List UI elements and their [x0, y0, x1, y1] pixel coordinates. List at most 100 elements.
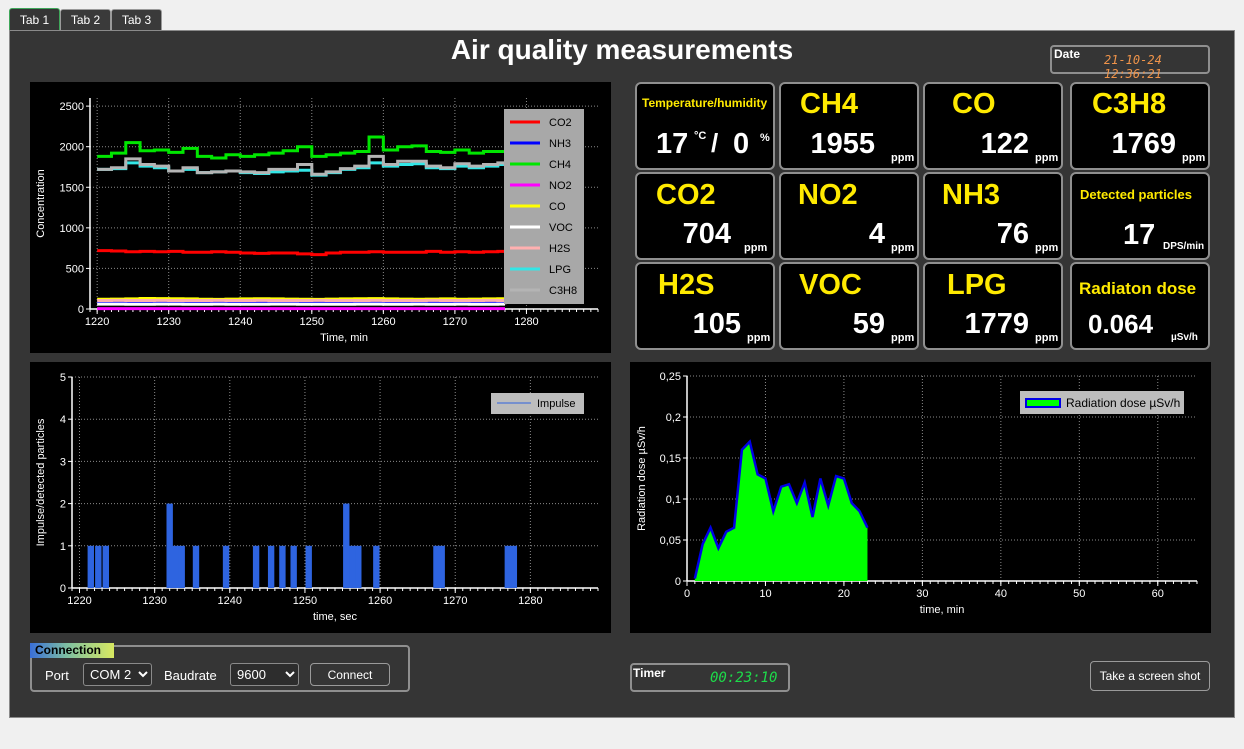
- impulse-bar: [343, 503, 350, 588]
- humidity-value: 0: [733, 128, 750, 160]
- legend-swatch: [1025, 398, 1061, 408]
- y-tick-label: 3: [60, 456, 66, 468]
- series-line-ch4: [97, 135, 507, 160]
- date-box: Date 21-10-24 12:36:21: [1050, 45, 1210, 81]
- tab-2[interactable]: Tab 2: [60, 9, 111, 30]
- tab-3[interactable]: Tab 3: [111, 9, 162, 30]
- port-select[interactable]: COM 2: [83, 663, 152, 686]
- radiation-area: [694, 441, 868, 581]
- screenshot-button[interactable]: Take a screen shot: [1090, 661, 1210, 691]
- gas-unit: ppm: [891, 152, 915, 164]
- y-tick-label: 0,2: [666, 412, 681, 424]
- x-tick-label: 1220: [67, 595, 91, 607]
- temperature-unit: °C: [694, 130, 707, 142]
- x-tick-label: 60: [1152, 588, 1164, 600]
- y-tick-label: 0,1: [666, 494, 681, 506]
- gas-tile-no2: NO2 4 ppm: [779, 172, 919, 260]
- gas-value: 1955: [810, 128, 875, 160]
- impulse-bar: [305, 545, 312, 588]
- x-axis-title: Time, min: [320, 332, 368, 344]
- date-value: 21-10-24 12:36:21: [1104, 53, 1162, 81]
- x-axis-title: time, sec: [313, 611, 358, 623]
- x-tick-label: 1260: [371, 316, 395, 328]
- gas-tile-co2: CO2 704 ppm: [635, 172, 775, 260]
- gas-unit: ppm: [1035, 332, 1059, 344]
- y-tick-label: 1: [60, 541, 66, 553]
- x-tick-label: 1270: [443, 316, 467, 328]
- x-tick-label: 40: [995, 588, 1007, 600]
- legend-label: CO: [549, 201, 566, 213]
- impulse-bar: [252, 545, 260, 588]
- gas-value: 59: [852, 308, 885, 340]
- gas-name: CO2: [656, 179, 716, 211]
- gas-tile-nh3: NH3 76 ppm: [923, 172, 1063, 260]
- y-tick-label: 4: [60, 414, 66, 426]
- gas-tile-lpg: LPG 1779 ppm: [923, 262, 1063, 350]
- impulse-bar: [290, 545, 297, 588]
- impulse-bar: [87, 545, 94, 588]
- y-axis-title: Concentration: [35, 169, 47, 238]
- tab-1[interactable]: Tab 1: [9, 8, 60, 31]
- impulse-chart-svg: 1220 1230 1240 1250 1260 1270 1280 0 1 2 3 4 5 time, …: [35, 372, 599, 623]
- timer-value: 00:23:10: [710, 670, 778, 686]
- tab-label: Tab 1: [19, 13, 50, 27]
- gas-name: H2S: [658, 269, 715, 301]
- x-tick-label: 1260: [368, 595, 392, 607]
- baudrate-select[interactable]: 9600: [230, 663, 299, 686]
- connect-button[interactable]: Connect: [310, 663, 390, 686]
- y-tick-label: 0,25: [660, 371, 681, 383]
- impulse-bar: [267, 545, 275, 588]
- impulse-bar: [504, 545, 512, 588]
- legend-label: CH4: [549, 159, 571, 171]
- tab-label: Tab 3: [121, 13, 152, 27]
- tab-label: Tab 2: [70, 13, 101, 27]
- radiation-tile: Radiaton dose 0.064 µSv/h: [1070, 262, 1210, 350]
- gas-unit: ppm: [891, 242, 915, 254]
- x-tick-label: 0: [684, 588, 690, 600]
- date-label: Date: [1054, 47, 1081, 61]
- particles-unit: DPS/min: [1163, 241, 1205, 252]
- gas-tile-co: CO 122 ppm: [923, 82, 1063, 170]
- legend-label: NO2: [549, 180, 572, 192]
- x-tick-label: 1220: [85, 316, 109, 328]
- series-line-co2: [97, 249, 507, 257]
- gas-name: VOC: [799, 269, 862, 301]
- impulse-bar: [192, 545, 200, 588]
- y-tick-label: 0: [60, 583, 66, 595]
- timer-label: Timer: [633, 666, 666, 680]
- port-label: Port: [45, 668, 69, 683]
- x-tick-label: 1250: [300, 316, 324, 328]
- gas-value: 1779: [964, 308, 1029, 340]
- x-tick-label: 10: [759, 588, 771, 600]
- gas-value: 122: [980, 128, 1029, 160]
- y-axis-title: Radiation dose µSv/h: [636, 426, 648, 531]
- x-tick-label: 1280: [514, 316, 538, 328]
- legend-label: C3H8: [549, 285, 577, 297]
- particles-label: Detected particles: [1080, 187, 1192, 202]
- impulse-bar: [222, 545, 230, 588]
- y-tick-label: 1500: [60, 182, 84, 194]
- x-tick-label: 1240: [228, 316, 252, 328]
- radiation-chart: 0 10 20 30 40 50 60 0 0,05 0,1 0,15 0,2 0,25 time, mi…: [630, 362, 1211, 633]
- legend-label: H2S: [549, 243, 570, 255]
- x-tick-label: 50: [1073, 588, 1085, 600]
- temperature-separator: /: [711, 128, 719, 158]
- impulse-bar: [510, 545, 518, 588]
- legend-label: Impulse: [537, 398, 576, 410]
- gas-name: C3H8: [1092, 88, 1167, 120]
- impulse-bar: [95, 545, 102, 588]
- gas-unit: ppm: [891, 332, 915, 344]
- y-tick-label: 0: [78, 304, 84, 316]
- concentration-chart-svg: 1220 1230 1240 1250 1260 1270 1280 0 500 1000 1500…: [35, 98, 599, 344]
- radiation-value: 0.064: [1088, 309, 1154, 339]
- x-axis-title: time, min: [920, 604, 965, 616]
- legend-label: VOC: [549, 222, 573, 234]
- x-tick-label: 1250: [293, 595, 317, 607]
- legend-label: CO2: [549, 117, 572, 129]
- temperature-humidity-tile: Temperature/humidity 17 °C / 0 %: [635, 82, 775, 170]
- legend-label: LPG: [549, 264, 571, 276]
- y-tick-label: 1000: [60, 223, 84, 235]
- impulse-bar: [355, 545, 362, 588]
- y-tick-label: 2000: [60, 142, 84, 154]
- timer-box: Timer 00:23:10: [630, 663, 790, 692]
